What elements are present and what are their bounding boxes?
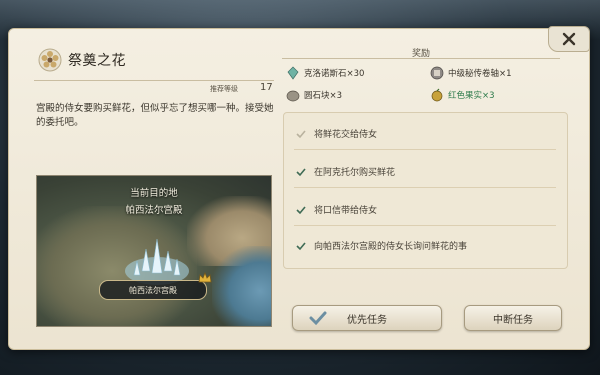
destination-name: 帕西法尔宫殿: [125, 205, 183, 216]
title-divider: [34, 80, 274, 81]
close-icon: [562, 32, 576, 46]
check-icon: [296, 241, 306, 250]
reward-item: 圆石块×3: [286, 88, 342, 102]
reward-item: 中级秘传卷轴×1: [430, 66, 512, 80]
abort-task-button[interactable]: 中断任务: [464, 305, 562, 331]
crown-marker-icon: [198, 271, 212, 283]
task-divider: [294, 187, 556, 188]
reward-label: 圆石块×3: [304, 91, 343, 101]
check-icon: [296, 167, 306, 176]
checkmark-icon: [309, 311, 327, 326]
recommended-level-label: 推荐等级: [210, 85, 238, 93]
task-label: 将口信带给侍女: [314, 206, 378, 216]
task-item: 向帕西法尔宫殿的侍女长询问鲜花的事: [296, 239, 467, 252]
current-destination-label: 当前目的地: [130, 188, 178, 199]
reward-item: 克洛诺斯石×30: [286, 66, 364, 80]
check-icon: [296, 205, 306, 214]
reward-item: 红色果实×3: [430, 88, 495, 102]
crystal-icon: [287, 66, 299, 80]
task-list: 将鲜花交给侍女 在阿克托尔购买鲜花 将口信带给侍女 向帕西法尔宫殿的侍女长询问鲜…: [283, 112, 568, 269]
task-label: 在阿克托尔购买鲜花: [314, 168, 396, 178]
quest-title: 祭奠之花: [68, 53, 126, 69]
reward-label: 克洛诺斯石×30: [304, 69, 365, 79]
task-label: 向帕西法尔宫殿的侍女长询问鲜花的事: [314, 242, 468, 252]
check-icon: [296, 129, 306, 138]
reward-label: 红色果实×3: [448, 91, 495, 101]
map-sea: [212, 246, 271, 326]
priority-task-label: 优先任务: [347, 314, 387, 326]
stone-icon: [286, 90, 300, 102]
reward-label: 中级秘传卷轴×1: [448, 69, 512, 79]
task-divider: [294, 149, 556, 150]
scroll-icon: [430, 66, 444, 80]
task-label: 将鲜花交给侍女: [314, 130, 378, 140]
priority-task-button[interactable]: 优先任务: [292, 305, 442, 331]
flower-quest-icon: [38, 48, 62, 72]
task-divider: [294, 225, 556, 226]
task-item: 将鲜花交给侍女: [296, 127, 377, 140]
map-place-tag: 帕西法尔宫殿: [99, 280, 207, 300]
task-item: 将口信带给侍女: [296, 203, 377, 216]
recommended-level-value: 17: [260, 82, 273, 93]
abort-task-label: 中断任务: [493, 314, 533, 326]
fruit-icon: [431, 88, 443, 102]
rewards-divider: [282, 58, 560, 59]
quest-description: 宫殿的侍女要购买鲜花，但似乎忘了想买哪一种。接受她的委托吧。: [36, 103, 274, 128]
task-item: 在阿克托尔购买鲜花: [296, 165, 395, 178]
destination-map[interactable]: 当前目的地 帕西法尔宫殿 帕西法尔宫殿: [36, 175, 272, 327]
close-button[interactable]: [548, 26, 590, 52]
